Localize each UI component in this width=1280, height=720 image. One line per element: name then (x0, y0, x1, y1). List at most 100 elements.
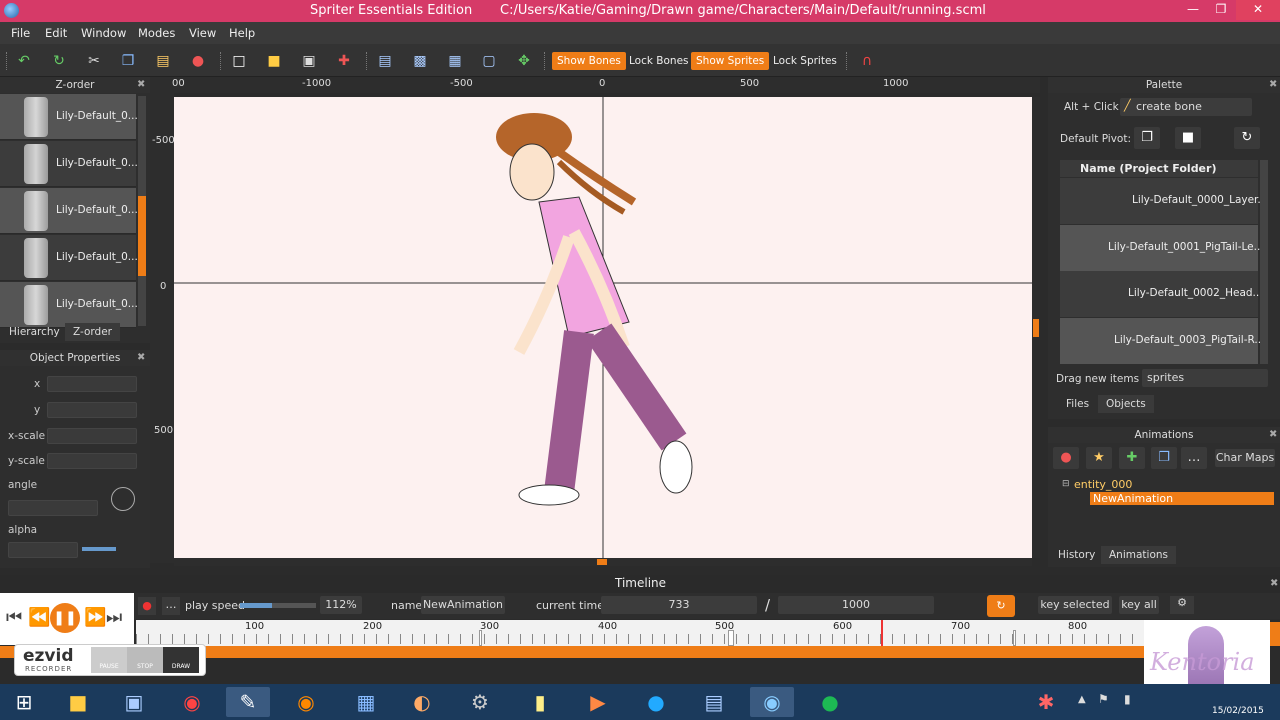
menu-help[interactable]: Help (229, 26, 255, 40)
zorder-item[interactable]: Lily-Default_0... (0, 282, 138, 328)
fit-view-icon[interactable]: ✥ (515, 52, 533, 70)
spotify-icon[interactable]: ● (808, 687, 852, 717)
canvas-hscrollbar[interactable] (174, 558, 1032, 566)
paste-icon[interactable]: ▤ (154, 52, 172, 70)
palette-column-header[interactable]: Name (Project Folder) (1060, 160, 1258, 177)
notes-icon[interactable]: ▦ (344, 687, 388, 717)
key-selected-button[interactable]: key selected (1038, 596, 1112, 614)
canvas-vscrollbar[interactable] (1032, 97, 1040, 558)
palette-item[interactable]: Lily-Default_0000_Layer... (1060, 178, 1267, 224)
fast-forward-icon[interactable]: ⏩ (84, 607, 106, 628)
pivot-file-icon[interactable]: ■ (1175, 127, 1201, 149)
rewind-icon[interactable]: ⏪ (28, 607, 50, 628)
paint-icon[interactable]: ◐ (400, 687, 444, 717)
window-layout-2-icon[interactable]: ▩ (411, 52, 429, 70)
animations-close-icon[interactable]: ✖ (1269, 429, 1277, 440)
zorder-close-icon[interactable]: ✖ (137, 79, 145, 90)
refresh-icon[interactable]: ↻ (1234, 127, 1260, 149)
zorder-item[interactable]: Lily-Default_0... (0, 235, 138, 281)
close-icon[interactable]: ✕ (1236, 0, 1280, 20)
recorder-draw-button[interactable]: DRAW (163, 647, 199, 673)
save-as-icon[interactable]: ✚ (335, 52, 353, 70)
lock-bones-button[interactable]: Lock Bones (624, 52, 694, 70)
timeline-scroll-right[interactable] (1270, 622, 1280, 646)
undo-icon[interactable]: ↶ (15, 52, 33, 70)
minimize-icon[interactable]: — (1180, 0, 1206, 20)
char-maps-button[interactable]: Char Maps (1215, 449, 1275, 467)
loop-icon[interactable]: ↻ (987, 595, 1015, 617)
timeline-ruler[interactable]: 100 200 300 400 500 600 700 800 (136, 620, 1144, 646)
object-properties-close-icon[interactable]: ✖ (137, 352, 145, 363)
skype-icon[interactable]: ● (634, 687, 678, 717)
add-entity-icon[interactable]: ★ (1086, 447, 1112, 469)
canvas-hscroll-thumb[interactable] (597, 559, 607, 565)
palette-item[interactable]: Lily-Default_0003_PigTail-R... (1060, 318, 1264, 364)
entity-item[interactable]: entity_000 (1074, 478, 1132, 491)
menu-view[interactable]: View (189, 26, 216, 40)
last-frame-icon[interactable]: ⏭ (106, 607, 122, 628)
settings-icon[interactable]: ⚙ (1170, 596, 1194, 614)
tree-collapse-icon[interactable]: ⊟ (1062, 479, 1070, 489)
magnet-icon[interactable]: ∩ (858, 52, 876, 70)
create-bone-field[interactable]: create bone (1120, 98, 1252, 116)
keyframe[interactable] (479, 630, 482, 646)
canvas-vscroll-thumb[interactable] (1033, 319, 1039, 337)
media-player-icon[interactable]: ▶ (576, 687, 620, 717)
battery-icon[interactable]: ▮ (1124, 692, 1131, 706)
file-explorer-icon[interactable]: ■ (56, 687, 100, 717)
alpha-field[interactable] (8, 542, 78, 558)
pivot-copy-icon[interactable]: ❐ (1134, 127, 1160, 149)
first-frame-icon[interactable]: ⏮ (6, 607, 22, 628)
sketch-app-icon[interactable]: ✎ (226, 687, 270, 717)
delete-animation-icon[interactable]: ● (1053, 447, 1079, 469)
alpha-slider[interactable] (82, 547, 116, 551)
show-bones-button[interactable]: Show Bones (552, 52, 626, 70)
keyframe[interactable] (1013, 630, 1016, 646)
play-speed-value[interactable]: 112% (320, 596, 362, 614)
tab-history[interactable]: History (1050, 546, 1103, 564)
palette-item[interactable]: Lily-Default_0002_Head... (1060, 271, 1263, 317)
window-layout-1-icon[interactable]: ▤ (376, 52, 394, 70)
cut-icon[interactable]: ✂ (85, 52, 103, 70)
x-field[interactable] (47, 376, 137, 392)
palette-close-icon[interactable]: ✖ (1269, 79, 1277, 90)
total-time-field[interactable]: 1000 (778, 596, 934, 614)
menu-modes[interactable]: Modes (138, 26, 175, 40)
firefox-icon[interactable]: ◉ (284, 687, 328, 717)
recorder-stop-button[interactable]: STOP (127, 647, 163, 673)
record-icon[interactable]: ● (138, 597, 156, 615)
lock-sprites-button[interactable]: Lock Sprites (768, 52, 842, 70)
key-all-button[interactable]: key all (1119, 596, 1159, 614)
start-icon[interactable]: ⊞ (2, 687, 46, 717)
angle-field[interactable] (8, 500, 98, 516)
tray-flag-icon[interactable]: ⚑ (1098, 692, 1109, 706)
add-animation-icon[interactable]: ✚ (1119, 447, 1145, 469)
menu-edit[interactable]: Edit (45, 26, 67, 40)
zorder-item[interactable]: Lily-Default_0... (0, 188, 138, 234)
open-folder-icon[interactable]: ■ (265, 52, 283, 70)
window-layout-4-icon[interactable]: ▢ (480, 52, 498, 70)
zorder-scrollbar[interactable] (138, 96, 146, 326)
spriter-icon[interactable]: ◉ (750, 687, 794, 717)
chrome-icon[interactable]: ◉ (170, 687, 214, 717)
drag-items-select[interactable]: sprites (1142, 369, 1268, 387)
copy-icon[interactable]: ❐ (119, 52, 137, 70)
delete-icon[interactable]: ● (189, 52, 207, 70)
recorder-pause-button[interactable]: PAUSE (91, 647, 127, 673)
animation-name-field[interactable]: NewAnimation (421, 596, 505, 614)
window-layout-3-icon[interactable]: ▦ (446, 52, 464, 70)
pause-icon[interactable]: ❚❚ (50, 603, 80, 633)
menu-window[interactable]: Window (81, 26, 126, 40)
restore-icon[interactable]: ❐ (1208, 0, 1234, 20)
tab-objects[interactable]: Objects (1098, 395, 1154, 413)
tab-hierarchy[interactable]: Hierarchy (1, 323, 68, 341)
duplicate-animation-icon[interactable]: ❐ (1151, 447, 1177, 469)
new-file-icon[interactable]: □ (230, 52, 248, 70)
play-speed-slider[interactable] (240, 603, 316, 608)
keyframe[interactable] (728, 630, 734, 646)
palette-item[interactable]: Lily-Default_0001_PigTail-Le... (1060, 225, 1264, 271)
tray-arrow-icon[interactable]: ▲ (1078, 694, 1086, 705)
tab-files[interactable]: Files (1058, 395, 1097, 413)
settings-gear-icon[interactable]: ⚙ (458, 687, 502, 717)
current-time-field[interactable]: 733 (601, 596, 757, 614)
